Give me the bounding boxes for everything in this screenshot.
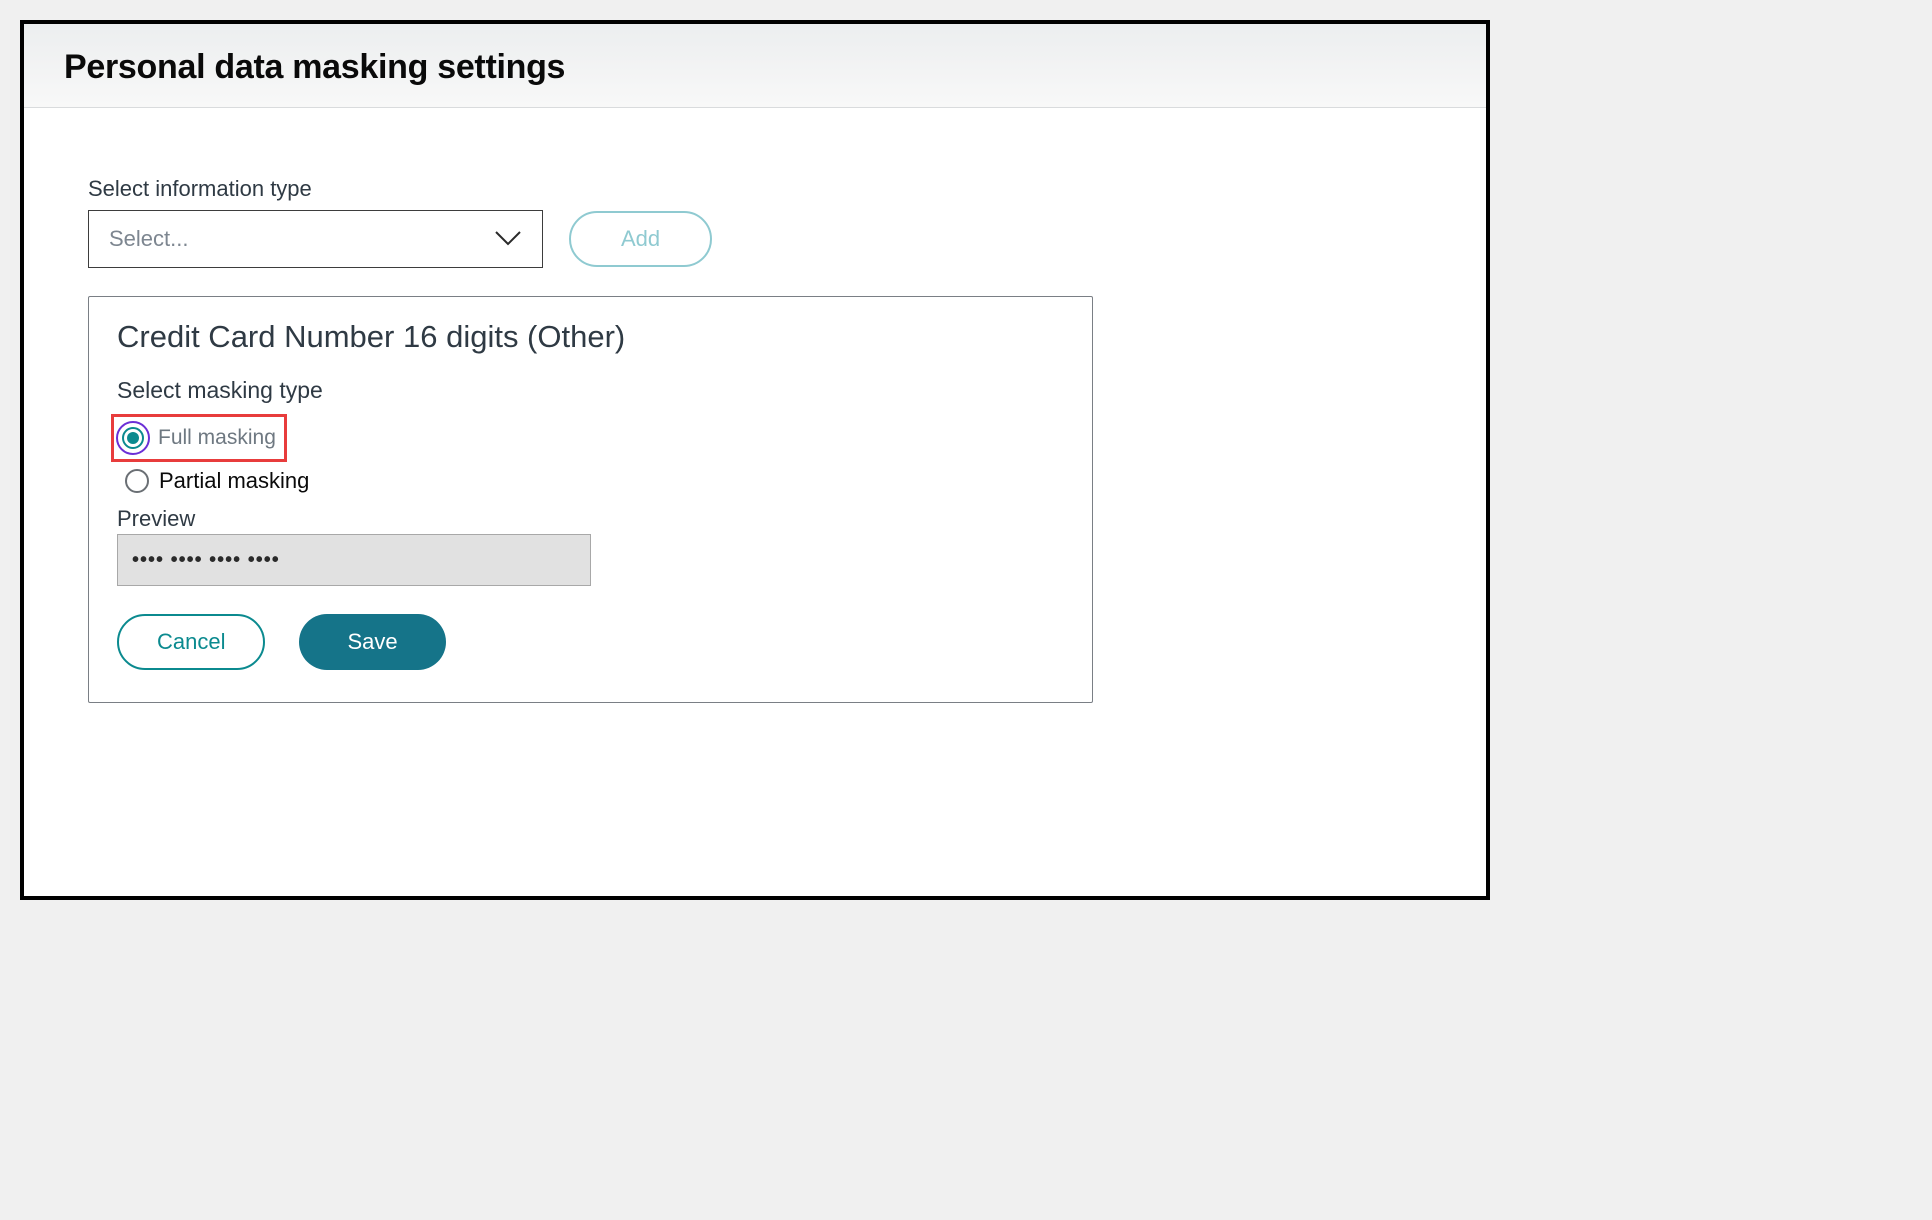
full-masking-highlight: Full masking	[111, 414, 287, 462]
info-type-placeholder: Select...	[109, 226, 188, 252]
full-masking-label: Full masking	[158, 426, 276, 450]
info-type-row: Select... Add	[88, 210, 1446, 268]
preview-box: •••• •••• •••• ••••	[117, 534, 591, 586]
preview-value: •••• •••• •••• ••••	[132, 549, 280, 572]
chevron-down-icon	[494, 225, 522, 253]
partial-masking-radio-row[interactable]: Partial masking	[117, 468, 1064, 494]
add-button[interactable]: Add	[569, 211, 712, 267]
partial-masking-label: Partial masking	[159, 468, 309, 494]
content-area: Select information type Select... Add Cr…	[24, 108, 1486, 743]
preview-label: Preview	[117, 506, 1064, 532]
masking-card: Credit Card Number 16 digits (Other) Sel…	[88, 296, 1093, 703]
save-button[interactable]: Save	[299, 614, 445, 670]
full-masking-radio-row[interactable]: Full masking	[116, 421, 276, 455]
info-type-select[interactable]: Select...	[88, 210, 543, 268]
radio-empty-icon	[125, 469, 149, 493]
page-title: Personal data masking settings	[64, 48, 1446, 87]
masking-type-label: Select masking type	[117, 377, 1064, 404]
action-row: Cancel Save	[117, 614, 1064, 670]
info-type-label: Select information type	[88, 176, 1446, 202]
card-title: Credit Card Number 16 digits (Other)	[117, 319, 1064, 355]
header-bar: Personal data masking settings	[24, 24, 1486, 108]
settings-window: Personal data masking settings Select in…	[20, 20, 1490, 900]
cancel-button[interactable]: Cancel	[117, 614, 265, 670]
radio-selected-icon	[116, 421, 150, 455]
